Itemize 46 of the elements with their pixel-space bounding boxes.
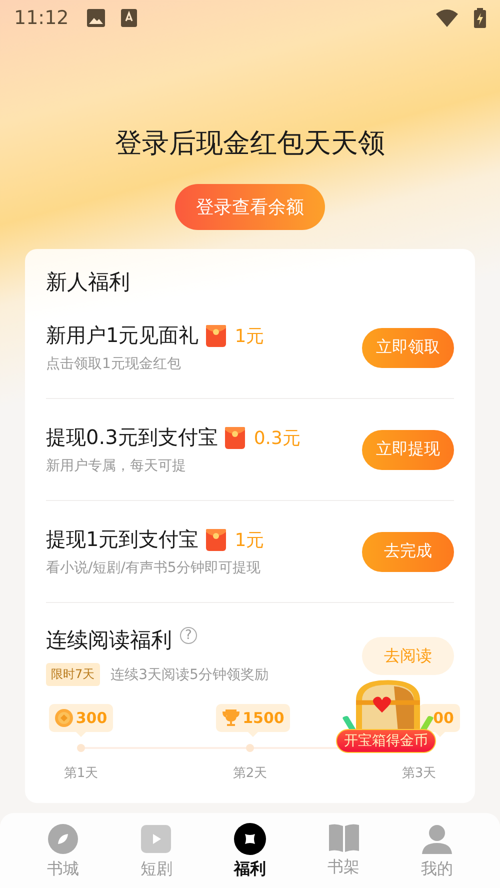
coin-icon	[234, 823, 266, 855]
section-title: 连续阅读福利	[46, 627, 172, 654]
progress-dot	[77, 744, 85, 752]
day-label: 第2天	[232, 765, 268, 782]
task-description: 新用户专属，每天可提	[46, 457, 187, 475]
help-icon[interactable]: ?	[180, 627, 197, 644]
book-icon	[328, 823, 360, 853]
keyboard-app-icon	[120, 9, 137, 27]
tab[interactable]: 福利	[220, 823, 280, 885]
task-button[interactable]: 去完成	[362, 532, 454, 572]
envelope-icon	[204, 528, 227, 552]
tab[interactable]: 我的	[407, 823, 468, 885]
tab[interactable]: 书架	[314, 823, 374, 885]
reward-amount: 1元	[234, 324, 264, 348]
image-icon	[86, 9, 105, 27]
task-title: 提现1元到支付宝	[46, 526, 199, 553]
day-label: 第1天	[62, 765, 100, 782]
login-button[interactable]: 登录查看余额	[175, 184, 325, 230]
person-icon	[421, 823, 454, 855]
clock: 11:12	[14, 7, 69, 29]
chest-banner[interactable]: 开宝箱得金币	[336, 729, 436, 753]
play-icon	[140, 823, 172, 855]
wifi-icon	[436, 9, 458, 27]
headline: 登录后现金红包天天领	[115, 127, 385, 161]
time-limit-tag: 限时7天	[46, 663, 100, 686]
trophy-icon	[222, 709, 240, 727]
tab[interactable]: 书城	[32, 823, 93, 885]
reward-amount: 1元	[234, 528, 264, 552]
compass-icon	[46, 823, 79, 855]
streak-description: 连续3天阅读5分钟领奖励	[110, 666, 268, 684]
section-title: 新人福利	[46, 269, 131, 296]
day-label: 第3天	[400, 765, 438, 782]
task-button[interactable]: 立即提现	[362, 430, 454, 470]
task-title: 新用户1元见面礼	[46, 322, 199, 349]
battery-icon	[474, 8, 486, 28]
task-title: 提现0.3元到支付宝	[46, 424, 218, 451]
task-button[interactable]: 立即领取	[362, 328, 454, 368]
read-button[interactable]: 去阅读	[362, 637, 454, 675]
task-description: 点击领取1元现金红包	[46, 355, 182, 373]
envelope-icon	[204, 324, 227, 348]
reward-amount: 0.3元	[254, 426, 300, 450]
coin-icon	[54, 709, 73, 727]
tab[interactable]: 短剧	[126, 823, 186, 885]
task-description: 看小说/短剧/有声书5分钟即可提现	[46, 559, 262, 577]
progress-dot	[246, 744, 254, 752]
envelope-icon	[224, 426, 246, 450]
